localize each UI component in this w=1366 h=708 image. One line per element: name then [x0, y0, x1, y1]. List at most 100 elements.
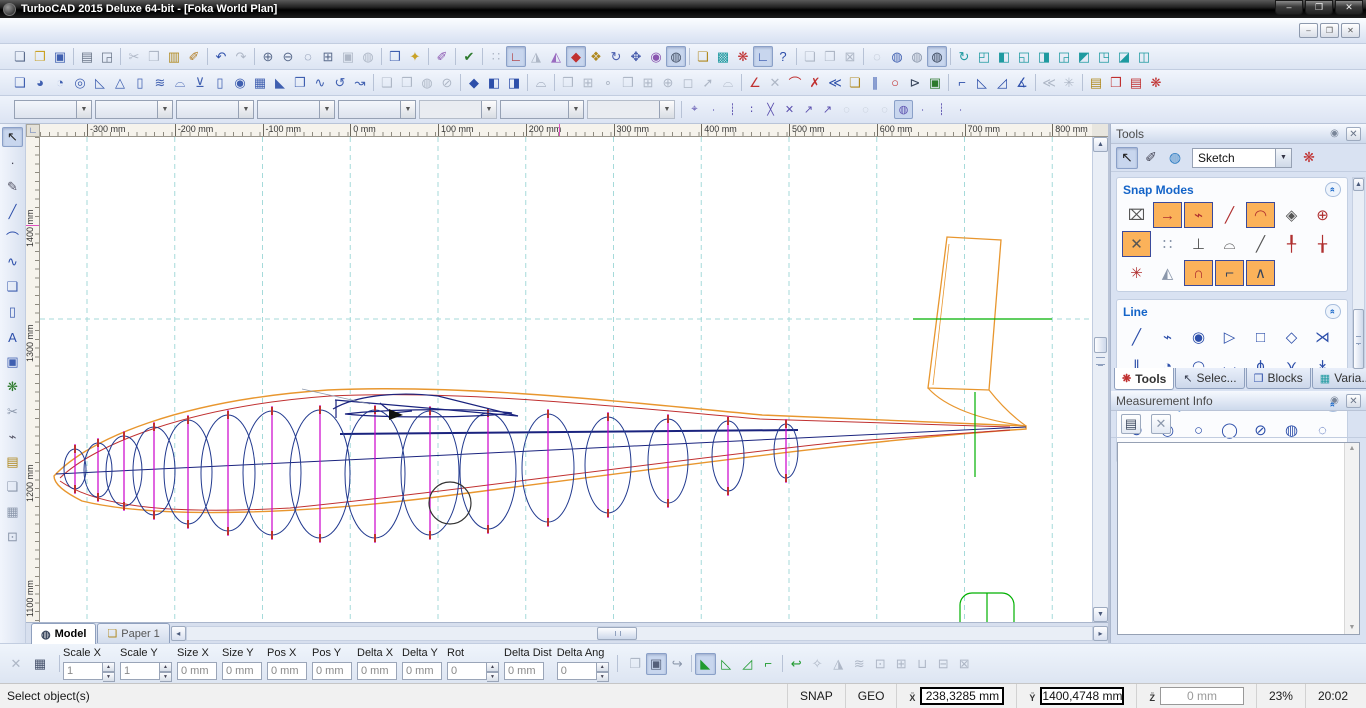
text-tool-icon[interactable]: A — [2, 327, 23, 347]
combo-arrow-icon[interactable] — [157, 101, 172, 118]
array-2-icon[interactable]: ⊞ — [638, 72, 658, 93]
new-icon[interactable]: ❏ — [10, 46, 30, 67]
fill-select-icon[interactable]: ◣ — [695, 653, 716, 675]
curve3d-tool-icon[interactable]: ↝ — [350, 72, 370, 93]
y-coordinate-readout[interactable]: Y 1400,4748 mm — [1016, 684, 1136, 708]
menu-item[interactable] — [98, 27, 116, 35]
snap-opt-15-icon[interactable]: ∙ — [951, 100, 970, 119]
measure-clear-icon[interactable]: ✕ — [1151, 414, 1171, 434]
no-snap-icon[interactable]: ⌧ — [1122, 202, 1151, 228]
inspector-field-value[interactable]: 0 mm — [357, 662, 397, 680]
menu-item[interactable] — [152, 27, 170, 35]
wireframe-render-icon[interactable]: ◌ — [867, 46, 887, 67]
select-by-icon[interactable]: ⊠ — [840, 46, 860, 67]
style-combo[interactable]: Sketch — [1192, 148, 1292, 168]
revolve2-icon[interactable]: ◍ — [417, 72, 437, 93]
slab-tool-icon[interactable]: ⌓ — [170, 72, 190, 93]
subtract-icon[interactable]: ◧ — [484, 72, 504, 93]
workspace-save-icon[interactable]: ✦ — [405, 46, 425, 67]
snap-opt-3-icon[interactable]: ┊ — [723, 100, 742, 119]
scroll-up-icon[interactable]: ▲ — [1353, 178, 1364, 191]
property-combo-4[interactable] — [257, 100, 335, 119]
fillet-icon[interactable]: ⌐ — [952, 72, 972, 93]
snap-midpoint-icon[interactable]: ╱ — [1215, 202, 1244, 228]
transform-icon[interactable]: ➚ — [698, 72, 718, 93]
view-bottom-icon[interactable]: ◩ — [1074, 46, 1094, 67]
menu-item[interactable] — [80, 27, 98, 35]
quality-render-icon[interactable]: ◍ — [927, 46, 947, 67]
palette-tab-variables[interactable]: ▦ Varia... — [1312, 368, 1366, 389]
snap-opt-13-icon[interactable]: ∙ — [913, 100, 932, 119]
circle-edit-icon[interactable]: ○ — [885, 72, 905, 93]
align-icon[interactable]: ≪ — [1039, 72, 1059, 93]
snap-intersection-icon[interactable]: ✕ — [1122, 231, 1151, 257]
document-minimize-button[interactable]: – — [1299, 23, 1318, 38]
pan-camera-icon[interactable]: ✥ — [626, 46, 646, 67]
inside-select-icon[interactable]: ⊡ — [870, 653, 891, 675]
loft-tool-icon[interactable]: ≋ — [150, 72, 170, 93]
window-restore-button[interactable]: ❐ — [1305, 0, 1333, 15]
menu-item[interactable] — [134, 27, 152, 35]
measurement-scrollbar[interactable]: ▲▼ — [1344, 443, 1359, 634]
combo-arrow-icon[interactable] — [659, 101, 674, 118]
x-coordinate-readout[interactable]: X 238,3285 mm — [896, 684, 1016, 708]
crossing-select-icon[interactable]: ⊠ — [954, 653, 975, 675]
zoom-out-icon[interactable]: ⊖ — [278, 46, 298, 67]
inspector-field-value[interactable]: 1 — [120, 662, 160, 680]
print-icon[interactable]: ▤ — [77, 46, 97, 67]
burst-tool-icon[interactable]: ❋ — [2, 377, 23, 397]
inspector-field-value[interactable]: 0 mm — [267, 662, 307, 680]
snap-arc-center-icon[interactable]: ◠ — [1246, 202, 1275, 228]
arc-edit-icon[interactable]: ⌒ — [785, 72, 805, 93]
palette-scroll-thumb[interactable] — [1353, 309, 1364, 369]
save-icon[interactable]: ▣ — [50, 46, 70, 67]
point-tool-icon[interactable]: ∙ — [2, 152, 23, 172]
spinner-icon[interactable]: ▲▼ — [487, 662, 499, 680]
view-top-icon[interactable]: ◲ — [1054, 46, 1074, 67]
pick-point-icon[interactable]: ⊳ — [905, 72, 925, 93]
shape-copy-icon[interactable]: ⌓ — [718, 72, 738, 93]
snap-rubber-2-icon[interactable]: ╁ — [1308, 231, 1337, 257]
pushpin-icon[interactable]: ◉ — [1327, 127, 1342, 141]
inspector-field-value[interactable]: 0 mm — [312, 662, 352, 680]
scroll-up-icon[interactable]: ▲ — [1093, 137, 1108, 152]
snap-opt-12-icon[interactable]: ◍ — [894, 100, 913, 119]
zoom-page-icon[interactable]: ▣ — [338, 46, 358, 67]
sphere-tool-icon[interactable]: ◕ — [30, 72, 50, 93]
snap-aperture-icon[interactable]: ∷ — [486, 46, 506, 67]
menu-item[interactable] — [44, 27, 62, 35]
view-iso-ne-icon[interactable]: ◫ — [1134, 46, 1154, 67]
open-select-icon[interactable]: ⊔ — [912, 653, 933, 675]
snap-aperture-2-icon[interactable]: ◭ — [1153, 260, 1182, 286]
meet-icon[interactable]: ✕ — [765, 72, 785, 93]
torus-tool-icon[interactable]: ◎ — [70, 72, 90, 93]
image-tool-icon[interactable]: ▣ — [2, 352, 23, 372]
sheet-tool-icon[interactable]: ❐ — [290, 72, 310, 93]
snap-opt-11-icon[interactable]: ◌ — [875, 100, 894, 119]
offset-icon[interactable]: ≪ — [825, 72, 845, 93]
copy-entity-icon[interactable]: ❒ — [1106, 72, 1126, 93]
undo-icon[interactable]: ↶ — [211, 46, 231, 67]
measurement-text-area[interactable]: ▲▼ — [1117, 442, 1360, 635]
snap-quadrant-icon[interactable]: ◈ — [1277, 202, 1306, 228]
wp-select-icon[interactable]: ◺ — [716, 653, 737, 675]
spinner-icon[interactable]: ▲▼ — [103, 662, 115, 680]
hidden-line-icon[interactable]: ◍ — [887, 46, 907, 67]
paper1-tab[interactable]: ❏ Paper 1 — [97, 623, 169, 643]
line-cross-icon[interactable]: ✗ — [805, 72, 825, 93]
property-combo-8[interactable] — [587, 100, 675, 119]
array-3-icon[interactable]: ⊕ — [658, 72, 678, 93]
explode-icon[interactable]: ✳ — [1059, 72, 1079, 93]
union-icon[interactable]: ◆ — [464, 72, 484, 93]
plane-tool-icon[interactable]: ◣ — [270, 72, 290, 93]
wedge-tool-icon[interactable]: ◺ — [90, 72, 110, 93]
materials-icon[interactable]: ◆ — [566, 46, 586, 67]
rotated-rectangle-tool-icon[interactable]: ◇ — [1277, 324, 1306, 350]
snap-grid-icon[interactable]: ∷ — [1153, 231, 1182, 257]
format-painter-icon[interactable]: ✐ — [184, 46, 204, 67]
perpendicular-line-tool-icon[interactable]: ⋊ — [1308, 324, 1337, 350]
spinner-icon[interactable]: ▲▼ — [597, 662, 609, 680]
render-icon[interactable]: ◍ — [666, 46, 686, 67]
helix-tool-icon[interactable]: ↺ — [330, 72, 350, 93]
inspector-field-value[interactable]: 0 mm — [177, 662, 217, 680]
